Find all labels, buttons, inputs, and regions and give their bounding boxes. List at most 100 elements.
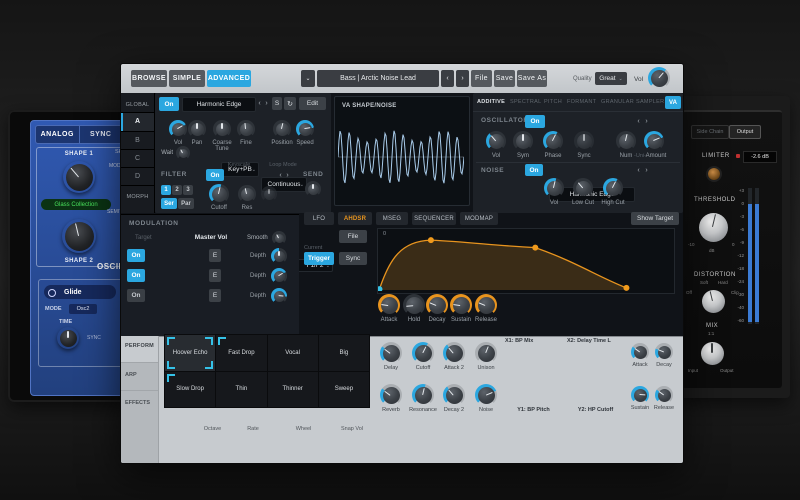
shape1-knob[interactable] xyxy=(63,161,95,193)
macro-delay-knob[interactable] xyxy=(380,342,402,364)
simple-button[interactable]: SIMPLE xyxy=(169,70,205,87)
filter-on-toggle[interactable]: On xyxy=(206,169,224,181)
osc-solo-button[interactable]: S xyxy=(272,97,282,110)
mod-row1-on[interactable]: On xyxy=(127,249,145,262)
noise-vol-knob[interactable] xyxy=(544,178,564,198)
osc-fine-knob[interactable] xyxy=(237,120,255,138)
filter-type-prev[interactable]: ‹ xyxy=(277,169,284,181)
env-decay-knob[interactable] xyxy=(426,294,448,316)
save-as-button[interactable]: Save As xyxy=(517,70,547,87)
sidebar-item-d[interactable]: D xyxy=(121,173,154,180)
macro-cutoff-knob[interactable] xyxy=(412,342,434,364)
osc-pan-knob[interactable] xyxy=(188,120,206,138)
tab-additive[interactable]: ADDITIVE xyxy=(477,99,505,105)
oscillator-on-toggle[interactable]: On xyxy=(525,115,545,128)
distortion-knob[interactable] xyxy=(699,287,727,315)
advanced-button[interactable]: ADVANCED xyxy=(207,70,251,87)
pad-thin[interactable]: Thin xyxy=(216,372,266,408)
oscillator-wave-next[interactable]: › xyxy=(643,115,650,128)
osc-wave-prev[interactable]: ‹ xyxy=(256,97,263,110)
oscillator-sym-knob[interactable] xyxy=(513,131,533,151)
macro-attack2-knob[interactable] xyxy=(443,342,465,364)
preset-next-button[interactable]: › xyxy=(456,70,469,87)
env-sync-button[interactable]: Sync xyxy=(339,252,367,265)
filter-res-knob[interactable] xyxy=(238,185,256,203)
macro-unison-knob[interactable] xyxy=(475,342,497,364)
noise-highcut-knob[interactable] xyxy=(603,178,623,198)
limiter-button[interactable] xyxy=(708,168,720,180)
sidebar-item-perform[interactable]: PERFORM xyxy=(125,343,154,349)
perform-attack-knob[interactable] xyxy=(631,343,649,361)
send-knob[interactable] xyxy=(305,181,321,197)
tab-ahdsr[interactable]: AHDSR xyxy=(338,212,372,225)
save-button[interactable]: Save xyxy=(494,70,515,87)
sidebar-item-a[interactable]: A xyxy=(121,118,154,125)
glide-mode-value[interactable]: Osc2 xyxy=(69,304,97,314)
browse-button[interactable]: BROWSE xyxy=(131,70,167,87)
oscillator-amount-knob[interactable] xyxy=(644,131,664,151)
mod-row2-on[interactable]: On xyxy=(127,269,145,282)
osc-wait-knob[interactable] xyxy=(176,146,190,160)
perform-release-knob[interactable] xyxy=(655,386,673,404)
noise-type-prev[interactable]: ‹ xyxy=(635,164,642,177)
mix-knob[interactable] xyxy=(698,339,726,367)
oscillator-num-knob[interactable] xyxy=(616,131,636,151)
output-button[interactable]: Output xyxy=(729,125,761,139)
osc-vol-knob[interactable] xyxy=(169,120,187,138)
sidebar-item-arp[interactable]: ARP xyxy=(125,372,137,378)
osc-wave-select[interactable]: Harmonic Edge xyxy=(182,97,256,112)
mod-target-value[interactable]: Master Vol xyxy=(171,234,251,241)
pad-fast-drop[interactable]: Fast Drop xyxy=(216,335,266,371)
noise-lowcut-knob[interactable] xyxy=(573,178,593,198)
mod-row3-on[interactable]: On xyxy=(127,289,145,302)
tab-sampler[interactable]: SAMPLER xyxy=(636,99,664,105)
osc-edit-button[interactable]: Edit xyxy=(299,97,326,110)
noise-type-next[interactable]: › xyxy=(643,164,650,177)
osc-speed-knob[interactable] xyxy=(296,120,314,138)
shape2-knob[interactable] xyxy=(62,219,96,253)
sidebar-item-c[interactable]: C xyxy=(121,155,154,162)
env-file-button[interactable]: File xyxy=(339,230,367,243)
oscillator-sync-knob[interactable] xyxy=(574,131,594,151)
filter-parallel-button[interactable]: Par xyxy=(178,198,194,209)
env-release-knob[interactable] xyxy=(475,294,497,316)
oscillator-vol-knob[interactable] xyxy=(486,131,506,151)
osc-on-toggle[interactable]: On xyxy=(159,97,179,111)
macro-noise-knob[interactable] xyxy=(475,384,497,406)
envelope-plot[interactable] xyxy=(378,229,672,291)
tab-granular[interactable]: GRANULAR xyxy=(601,99,634,105)
preset-prev-button[interactable]: ‹ xyxy=(441,70,454,87)
macro-reverb-knob[interactable] xyxy=(380,384,402,406)
sidebar-item-b[interactable]: B xyxy=(121,137,154,144)
oscillator-phase-knob[interactable] xyxy=(543,131,563,151)
glide-time-knob[interactable] xyxy=(57,327,79,349)
macro-decay2-knob[interactable] xyxy=(443,384,465,406)
filter-slot-2[interactable]: 2 xyxy=(172,185,182,195)
sidebar-item-effects[interactable]: EFFECTS xyxy=(125,400,150,406)
osc-coarse-knob[interactable] xyxy=(213,120,231,138)
threshold-knob[interactable] xyxy=(696,210,730,244)
mod-row2-e-button[interactable]: E xyxy=(209,269,221,282)
mod-row3-depth-knob[interactable] xyxy=(271,288,287,304)
env-trigger-button[interactable]: Trigger xyxy=(304,252,334,265)
preset-menu-button[interactable]: ⌄ xyxy=(301,70,315,87)
pad-hoover-echo[interactable]: Hoover Echo xyxy=(165,335,215,371)
master-vol-knob[interactable] xyxy=(648,67,670,89)
pad-sweep[interactable]: Sweep xyxy=(319,372,369,408)
tab-modmap[interactable]: MODMAP xyxy=(460,212,498,225)
pad-big[interactable]: Big xyxy=(319,335,369,371)
osc-position-knob[interactable] xyxy=(273,120,291,138)
glass-collection-badge[interactable]: Glass Collection xyxy=(41,199,111,210)
mod-row3-e-button[interactable]: E xyxy=(209,289,221,302)
filter-cutoff-knob[interactable] xyxy=(209,184,229,204)
preset-name-display[interactable]: Bass | Arctic Noise Lead xyxy=(317,70,439,87)
tab-analog[interactable]: ANALOG xyxy=(36,126,80,143)
perform-sustain-knob[interactable] xyxy=(631,386,649,404)
sidebar-item-morph[interactable]: MORPH xyxy=(121,194,154,200)
noise-on-toggle[interactable]: On xyxy=(525,164,543,176)
mod-row1-depth-knob[interactable] xyxy=(271,248,287,264)
tab-sync[interactable]: SYNC xyxy=(80,126,123,143)
tab-lfo[interactable]: LFO xyxy=(304,212,334,225)
tab-mseg[interactable]: MSEG xyxy=(376,212,408,225)
quality-select[interactable]: Great ⌄ xyxy=(595,72,627,85)
